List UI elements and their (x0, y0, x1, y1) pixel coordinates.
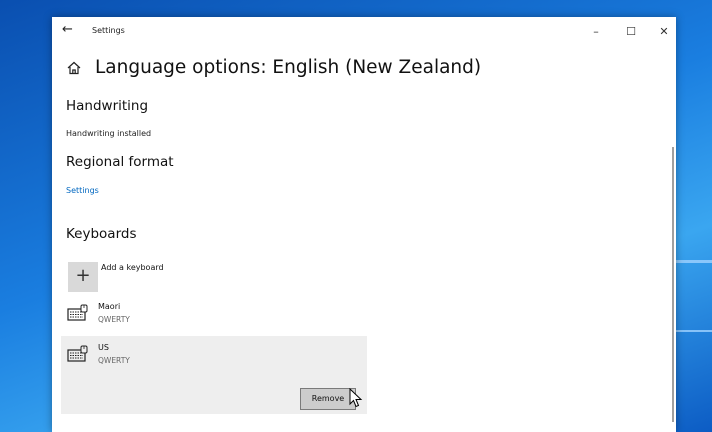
regional-format-settings-link[interactable]: Settings (66, 186, 99, 195)
keyboard-name: US (98, 343, 109, 352)
home-icon (67, 61, 81, 75)
keyboard-layout: QWERTY (98, 315, 130, 324)
add-keyboard-button[interactable]: + (68, 262, 98, 292)
back-arrow-icon[interactable]: ← (62, 22, 82, 40)
maximize-icon[interactable]: ☐ (619, 22, 643, 42)
minimize-icon[interactable]: – (584, 22, 608, 42)
handwriting-status: Handwriting installed (66, 129, 152, 138)
keyboard-item-us[interactable]: US QWERTY (61, 340, 367, 374)
keyboard-icon (67, 345, 88, 362)
plus-icon: + (75, 265, 91, 286)
page-title: Language options: English (New Zealand) (95, 57, 482, 78)
keyboard-icon (67, 304, 88, 321)
settings-window: ← Settings – ☐ ✕ Language options: Engli… (52, 17, 676, 432)
keyboard-layout: QWERTY (98, 356, 130, 365)
keyboard-name: Maori (98, 302, 121, 311)
keyboard-item-maori[interactable]: Maori QWERTY (61, 299, 367, 333)
remove-keyboard-button[interactable]: Remove (300, 388, 356, 410)
window-title: Settings (92, 26, 125, 35)
title-bar: ← Settings – ☐ ✕ (52, 17, 676, 47)
add-keyboard-label[interactable]: Add a keyboard (101, 263, 164, 272)
handwriting-heading: Handwriting (66, 98, 149, 114)
scrollbar[interactable] (672, 147, 674, 422)
close-icon[interactable]: ✕ (652, 22, 676, 42)
keyboards-heading: Keyboards (66, 226, 137, 242)
regional-format-heading: Regional format (66, 154, 174, 170)
mouse-pointer-icon (349, 388, 363, 408)
